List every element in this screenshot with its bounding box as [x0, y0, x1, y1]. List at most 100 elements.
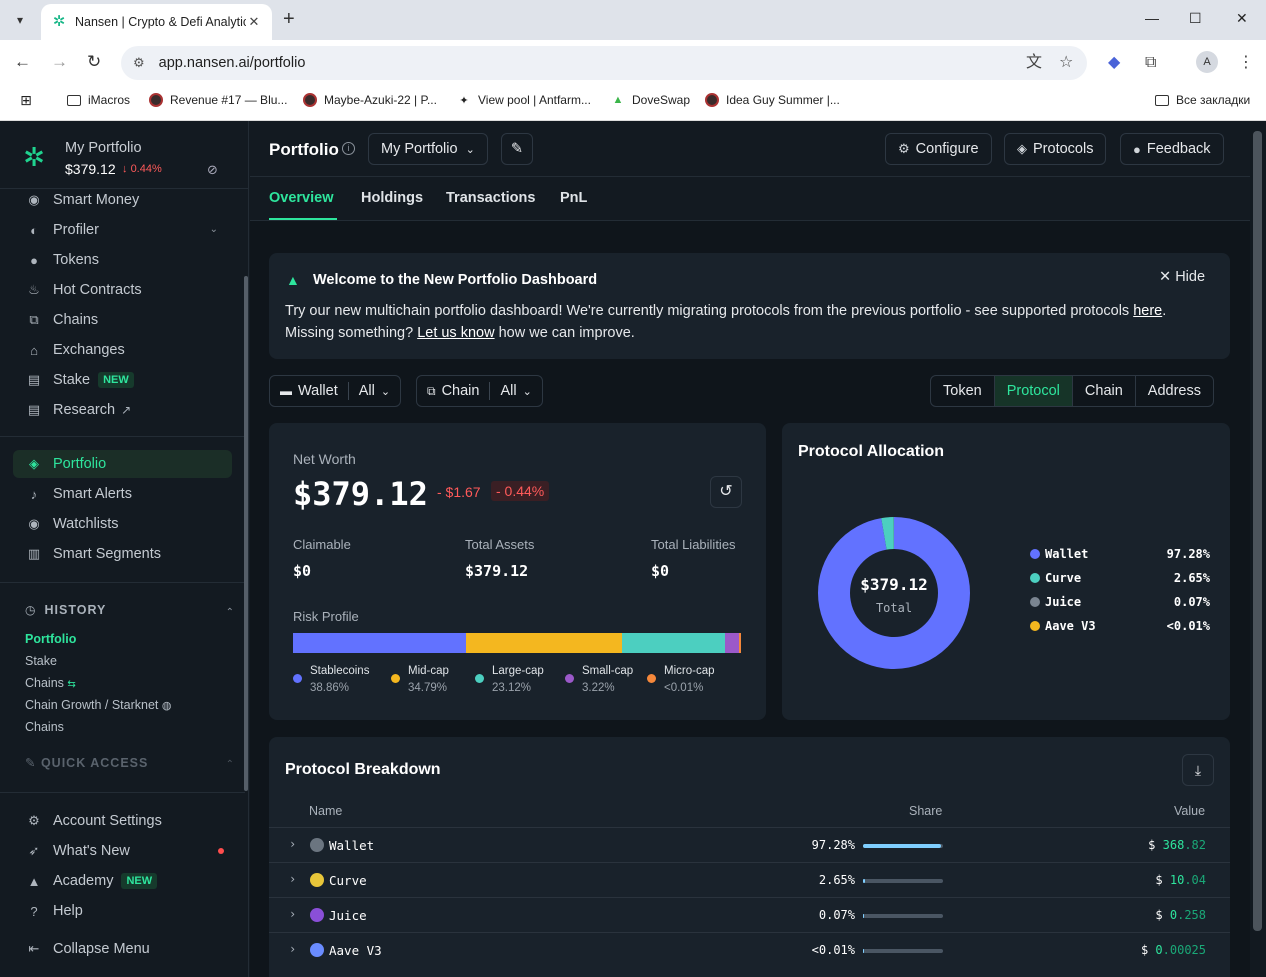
info-icon[interactable]: i	[342, 142, 355, 155]
history-link-portfolio[interactable]: Portfolio	[25, 632, 76, 646]
profile-avatar[interactable]: A	[1196, 51, 1218, 73]
sidebar-item-chains[interactable]: ⧉ Chains	[13, 306, 232, 334]
minimize-icon[interactable]: —	[1145, 10, 1159, 26]
tokens-icon: ●	[30, 252, 38, 268]
chain-filter[interactable]: ⧉ Chain All ⌄	[416, 375, 543, 407]
portfolio-summary[interactable]: ✲ My Portfolio $379.12 ↓ 0.44% ⊘	[0, 121, 249, 189]
group-address[interactable]: Address	[1136, 376, 1213, 406]
group-token[interactable]: Token	[931, 376, 995, 406]
table-row[interactable]: › Aave V3 <0.01% $ 0.00025	[269, 932, 1230, 967]
chevron-up-icon[interactable]: ⌃	[226, 759, 234, 770]
configure-button[interactable]: ⚙ Configure	[885, 133, 992, 165]
table-row[interactable]: › Curve 2.65% $ 10.04	[269, 862, 1230, 897]
history-link-chains[interactable]: Chains ⇆	[25, 676, 76, 690]
tab-pnl[interactable]: PnL	[560, 190, 587, 206]
sidebar-scrollbar[interactable]	[244, 276, 248, 791]
claimable-label: Claimable	[293, 537, 351, 552]
protocols-button[interactable]: ◈ Protocols	[1004, 133, 1107, 165]
gear-icon: ⚙	[28, 813, 40, 828]
tab-overview[interactable]: Overview	[269, 190, 334, 206]
history-link-chain-growth[interactable]: Chain Growth / Starknet ◍	[25, 698, 172, 712]
table-row[interactable]: › Wallet 97.28% $ 368.82	[269, 827, 1230, 862]
all-bookmarks[interactable]: Все закладки	[1155, 93, 1250, 107]
extension-bird-icon[interactable]: ◆	[1108, 53, 1120, 73]
forward-icon[interactable]: →	[51, 52, 68, 72]
sidebar-item-collapse-menu[interactable]: ⇤ Collapse Menu	[13, 935, 232, 963]
extensions-icon[interactable]: ⧉	[1145, 53, 1156, 73]
site-info-icon[interactable]: ⚙	[133, 55, 145, 71]
expand-chevron-icon[interactable]: ›	[289, 872, 296, 886]
sidebar-item-academy[interactable]: ▲ Academy NEW	[13, 867, 232, 895]
maximize-icon[interactable]: ☐	[1189, 10, 1202, 27]
new-tab-icon[interactable]: +	[283, 9, 295, 29]
tab-holdings[interactable]: Holdings	[361, 190, 423, 206]
table-row[interactable]: › Juice 0.07% $ 0.258	[269, 897, 1230, 932]
expand-chevron-icon[interactable]: ›	[289, 942, 296, 956]
col-name[interactable]: Name	[309, 804, 342, 818]
chevron-down-icon[interactable]: ⌄	[210, 224, 218, 235]
reload-icon[interactable]: ↻	[87, 52, 101, 72]
star-icon[interactable]: ☆	[1059, 53, 1073, 73]
sidebar-item-smart-money[interactable]: ◉ Smart Money	[13, 186, 232, 214]
sidebar-item-tokens[interactable]: ● Tokens	[13, 246, 232, 274]
bookmark-revenue[interactable]: Revenue #17 — Blu...	[149, 93, 287, 107]
sidebar-item-help[interactable]: ? Help	[13, 897, 232, 925]
supported-protocols-link[interactable]: here	[1133, 303, 1162, 319]
translate-icon[interactable]: 文	[1026, 53, 1042, 73]
address-bar[interactable]: ⚙ app.nansen.ai/portfolio	[121, 46, 1087, 80]
sidebar-item-smart-segments[interactable]: ▥ Smart Segments	[13, 540, 232, 568]
back-icon[interactable]: ←	[14, 52, 31, 72]
legend-label: Juice	[1045, 595, 1082, 609]
col-value[interactable]: Value	[1174, 804, 1205, 818]
col-share[interactable]: Share	[909, 804, 942, 818]
sidebar-item-profiler[interactable]: ◐ Profiler ⌄	[13, 216, 232, 244]
apps-icon[interactable]: ⊞	[19, 92, 40, 108]
sidebar-item-portfolio[interactable]: ◈ Portfolio	[13, 450, 232, 478]
close-window-icon[interactable]: ✕	[1236, 10, 1248, 27]
sidebar-item-hot-contracts[interactable]: ♨ Hot Contracts	[13, 276, 232, 304]
sliders-icon: ⚙	[898, 141, 910, 156]
history-header[interactable]: ◷ HISTORY	[25, 603, 106, 617]
group-protocol[interactable]: Protocol	[994, 376, 1073, 406]
download-icon[interactable]: ⤓	[1182, 754, 1214, 786]
feedback-button[interactable]: ● Feedback	[1120, 133, 1224, 165]
sidebar-item-research[interactable]: ▤ Research ↗	[13, 396, 232, 424]
main-scrollbar[interactable]	[1250, 121, 1266, 977]
sidebar-item-watchlists[interactable]: ◉ Watchlists	[13, 510, 232, 538]
bookmark-antfarm[interactable]: ✦ View pool | Antfarm...	[457, 93, 591, 107]
sidebar-item-what-s-new[interactable]: ➶ What's New	[13, 837, 232, 865]
wallet-filter[interactable]: ▬ Wallet All ⌄	[269, 375, 402, 407]
group-chain[interactable]: Chain	[1073, 376, 1136, 406]
chevron-up-icon[interactable]: ⌃	[226, 607, 234, 618]
refresh-icon[interactable]: ↺	[710, 476, 742, 508]
menu-icon[interactable]: ⋮	[1238, 53, 1254, 73]
sidebar-item-account-settings[interactable]: ⚙ Account Settings	[13, 807, 232, 835]
sidebar-item-smart-alerts[interactable]: ♪ Smart Alerts	[13, 480, 232, 508]
bookmark-maybe-azuki[interactable]: Maybe-Azuki-22 | P...	[303, 93, 437, 107]
legend-pct: 38.86%	[310, 682, 350, 694]
close-tab-icon[interactable]: ✕	[246, 14, 262, 30]
sidebar-item-exchanges[interactable]: ⌂ Exchanges	[13, 336, 232, 364]
bookmark-idea-guy[interactable]: Idea Guy Summer |...	[705, 93, 840, 107]
sidebar-item-stake[interactable]: ▤ Stake NEW	[13, 366, 232, 394]
tab-transactions[interactable]: Transactions	[446, 190, 535, 206]
scrollbar-thumb[interactable]	[1253, 131, 1262, 931]
hide-balance-icon[interactable]: ⊘	[207, 162, 218, 178]
let-us-know-link[interactable]: Let us know	[417, 325, 494, 341]
expand-chevron-icon[interactable]: ›	[289, 837, 296, 851]
hide-banner-button[interactable]: ✕ Hide	[1159, 269, 1205, 285]
allocation-legend-item: Curve 2.65%	[1030, 571, 1210, 585]
expand-chevron-icon[interactable]: ›	[289, 907, 296, 921]
tab-search-icon[interactable]: ▾	[8, 8, 32, 32]
bookmark-doveswap[interactable]: ▲ DoveSwap	[611, 93, 690, 107]
history-link-chains-2[interactable]: Chains	[25, 720, 64, 734]
bookmark-imacros[interactable]: iMacros	[67, 93, 130, 107]
risk-legend-item: Stablecoins 38.86%	[293, 663, 369, 697]
stake-icon: ▤	[27, 372, 41, 387]
portfolio-select[interactable]: My Portfolio ⌄	[368, 133, 488, 165]
banner-title: Welcome to the New Portfolio Dashboard	[313, 272, 598, 288]
quick-access-header[interactable]: ✎ QUICK ACCESS	[25, 755, 148, 770]
history-link-stake[interactable]: Stake	[25, 654, 57, 668]
edit-portfolio-button[interactable]: ✎	[501, 133, 533, 165]
browser-tab[interactable]: ✲ Nansen | Crypto & Defi Analytic ✕	[41, 4, 272, 40]
